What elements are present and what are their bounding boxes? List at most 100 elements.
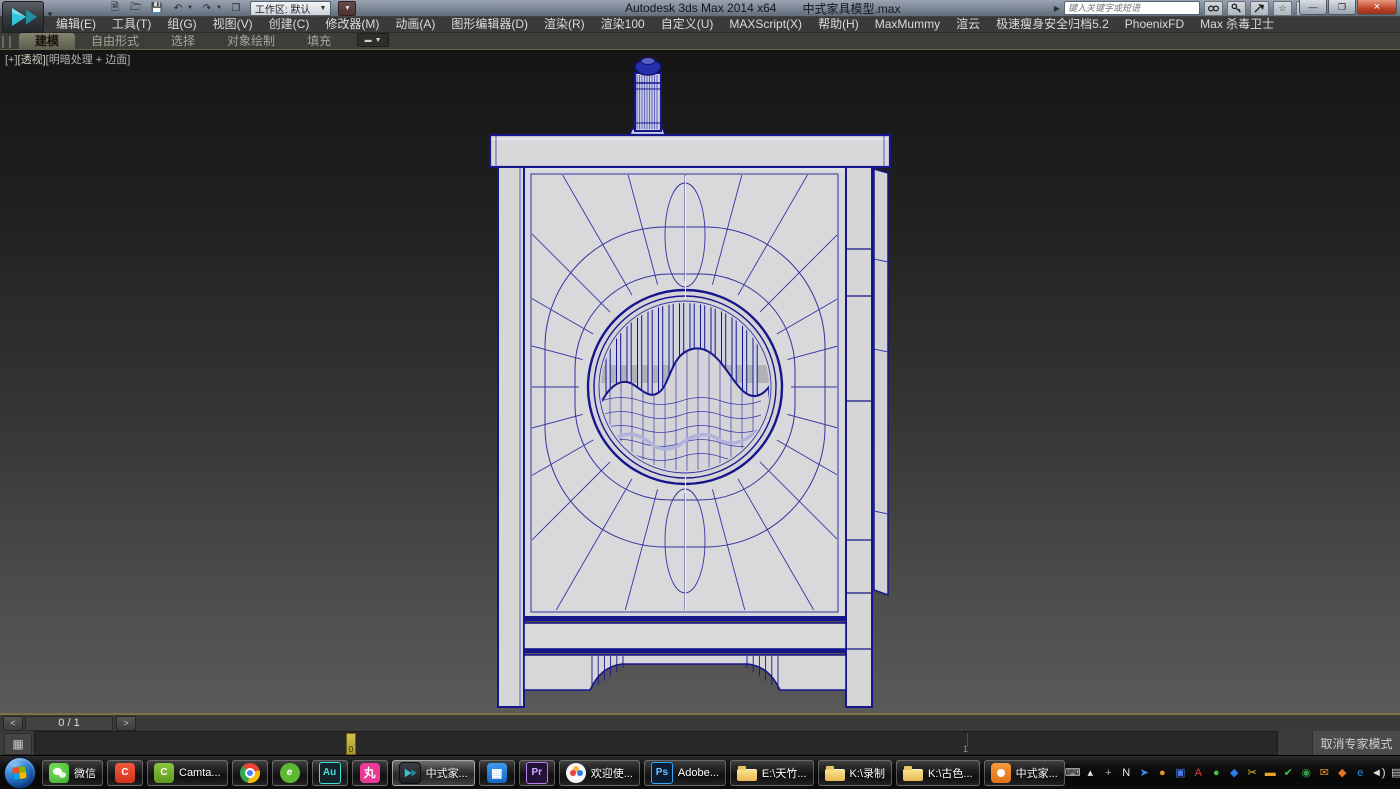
ribbon-tab-1[interactable]: 自由形式 bbox=[75, 33, 155, 49]
taskbar-360-browser[interactable]: e bbox=[272, 760, 308, 786]
workspace-selector[interactable]: 工作区: 默认 ▼ bbox=[250, 1, 332, 16]
taskbar-audition[interactable]: Au bbox=[312, 760, 348, 786]
undo-icon[interactable]: ↶ bbox=[171, 2, 185, 15]
taskbar-premiere[interactable]: Pr bbox=[519, 760, 555, 786]
menu-item-17[interactable]: Max 杀毒卫士 bbox=[1192, 16, 1282, 32]
taskbar-3dsmax[interactable]: 中式家... bbox=[392, 760, 475, 786]
taskbar-folder-k2[interactable]: K:\古色... bbox=[896, 760, 980, 786]
browser-tray-icon[interactable]: e bbox=[1353, 758, 1368, 788]
ribbon-tab-3[interactable]: 对象绘制 bbox=[211, 33, 291, 49]
track-bar-ruler[interactable]: 0 1 bbox=[34, 731, 1278, 755]
taskbar-photoshop[interactable]: PsAdobe... bbox=[644, 760, 726, 786]
close-button[interactable]: × bbox=[1357, 0, 1397, 15]
volume-icon[interactable]: ◄) bbox=[1371, 758, 1386, 788]
usb-tray-icon[interactable]: ✔ bbox=[1281, 758, 1296, 788]
perspective-viewport[interactable]: [+][透视][明暗处理 + 边面] bbox=[0, 49, 1400, 713]
show-hidden-icons[interactable]: ▴ bbox=[1083, 758, 1098, 788]
subscription-key-icon[interactable] bbox=[1227, 1, 1246, 16]
ribbon-tab-bar: 建模自由形式选择对象绘制填充 ▬▼ bbox=[0, 33, 1400, 50]
taskbar-folder-e[interactable]: E:\天竹... bbox=[730, 760, 814, 786]
minimize-button[interactable]: — bbox=[1299, 0, 1327, 15]
sync-tray-icon[interactable]: ▣ bbox=[1173, 758, 1188, 788]
network-icon[interactable]: ▤ bbox=[1389, 758, 1400, 788]
frame-counter[interactable]: 0 / 1 bbox=[25, 716, 113, 731]
defender-tray-icon[interactable]: ◆ bbox=[1335, 758, 1350, 788]
taskbar-screenrec[interactable]: 中式家... bbox=[984, 760, 1065, 786]
ribbon-drag-handle[interactable] bbox=[2, 36, 11, 48]
project-folder-icon[interactable]: ❐ bbox=[229, 2, 243, 15]
viewport-label: [+][透视][明暗处理 + 边面] bbox=[5, 51, 130, 67]
mail-tray-icon[interactable]: ✉ bbox=[1317, 758, 1332, 788]
recorder-tray-icon[interactable]: ◉ bbox=[1299, 758, 1314, 788]
start-button[interactable] bbox=[4, 757, 36, 789]
open-file-icon[interactable]: 🗁 bbox=[129, 2, 143, 15]
drive-tray-icon[interactable]: ▬ bbox=[1263, 758, 1278, 788]
menu-item-13[interactable]: MaxMummy bbox=[867, 16, 948, 32]
taskbar-media-app[interactable]: ▦ bbox=[479, 760, 515, 786]
menu-item-11[interactable]: MAXScript(X) bbox=[721, 16, 810, 32]
favorites-star-icon[interactable]: ☆ bbox=[1273, 1, 1292, 16]
cancel-expert-mode-button[interactable]: 取消专家模式 bbox=[1312, 731, 1400, 755]
app-menu-caret-icon[interactable]: ▼ bbox=[46, 10, 54, 19]
redo-caret-icon[interactable]: ▼ bbox=[216, 5, 222, 11]
menu-item-10[interactable]: 自定义(U) bbox=[653, 16, 722, 32]
mini-curve-editor-button[interactable]: ▦ bbox=[4, 733, 32, 755]
taskbar-camtasia[interactable]: CCamta... bbox=[147, 760, 228, 786]
save-file-icon[interactable]: 💾 bbox=[150, 2, 164, 15]
menu-item-3[interactable]: 视图(V) bbox=[205, 16, 261, 32]
menu-item-9[interactable]: 渲染100 bbox=[593, 16, 653, 32]
viewport-pov-label[interactable]: [透视] bbox=[18, 54, 46, 66]
camtasia-red-icon: C bbox=[115, 763, 135, 783]
capture-tray-icon[interactable]: ✂ bbox=[1245, 758, 1260, 788]
menu-item-16[interactable]: PhoenixFD bbox=[1117, 16, 1192, 32]
previous-frame-button[interactable]: < bbox=[3, 716, 23, 731]
ribbon-overflow-button[interactable]: ▬▼ bbox=[357, 33, 389, 47]
menu-item-1[interactable]: 工具(T) bbox=[104, 16, 159, 32]
menu-item-15[interactable]: 极速瘦身安全归档5.2 bbox=[988, 16, 1117, 32]
quick-access-toolbar: 🗎 🗁 💾 ↶▼ ↷▼ ❐ 工作区: 默认 ▼ ▼ bbox=[108, 0, 356, 16]
redo-icon[interactable]: ↷ bbox=[200, 2, 214, 15]
menu-item-0[interactable]: 编辑(E) bbox=[48, 16, 104, 32]
taskbar-camtasia-recorder[interactable]: C bbox=[107, 760, 143, 786]
security-tray-icon[interactable]: ◆ bbox=[1227, 758, 1242, 788]
viewport-menu-plus[interactable]: [+] bbox=[5, 54, 18, 66]
communication-center-icon[interactable] bbox=[1250, 1, 1269, 16]
ribbon-tab-2[interactable]: 选择 bbox=[155, 33, 211, 49]
uploader-tray-icon[interactable]: ➤ bbox=[1137, 758, 1152, 788]
menu-item-2[interactable]: 组(G) bbox=[159, 16, 204, 32]
keyboard-icon[interactable]: ⌨ bbox=[1065, 758, 1080, 788]
time-slider-marker[interactable]: 0 bbox=[346, 733, 356, 755]
taskbar-wechat[interactable]: 微信 bbox=[42, 760, 103, 786]
taskbar-button-label: Camta... bbox=[179, 767, 221, 779]
taskbar-wan-app[interactable]: 丸 bbox=[352, 760, 388, 786]
undo-caret-icon[interactable]: ▼ bbox=[187, 5, 193, 11]
track-bar: ▦ 0 1 取消专家模式 bbox=[0, 731, 1400, 755]
menu-item-7[interactable]: 图形编辑器(D) bbox=[443, 16, 536, 32]
taskbar-welcome[interactable]: 欢迎使... bbox=[559, 760, 640, 786]
infocenter-collapse-icon[interactable]: ▶ bbox=[1054, 4, 1060, 13]
search-input[interactable] bbox=[1064, 1, 1200, 15]
menu-item-4[interactable]: 创建(C) bbox=[261, 16, 318, 32]
ime-layout-icon[interactable]: + bbox=[1101, 758, 1116, 788]
workspace-menu-button[interactable]: ▼ bbox=[338, 1, 356, 16]
viewport-shading-label[interactable]: [明暗处理 + 边面] bbox=[46, 54, 131, 66]
new-scene-icon[interactable]: 🗎 bbox=[108, 2, 122, 15]
search-icon[interactable] bbox=[1204, 1, 1223, 16]
acrobat-tray-icon[interactable]: A bbox=[1191, 758, 1206, 788]
pill-tray-icon[interactable]: ● bbox=[1155, 758, 1170, 788]
restore-button[interactable]: ❐ bbox=[1328, 0, 1356, 15]
ime-mode-icon[interactable]: N bbox=[1119, 758, 1134, 788]
next-frame-button[interactable]: > bbox=[116, 716, 136, 731]
screenrec-icon bbox=[991, 763, 1011, 783]
ribbon-tab-0[interactable]: 建模 bbox=[19, 33, 75, 49]
taskbar-folder-k1[interactable]: K:\录制 bbox=[818, 760, 892, 786]
wechat-tray-icon[interactable]: ● bbox=[1209, 758, 1224, 788]
3dsmax-application-menu-button[interactable] bbox=[2, 1, 44, 33]
menu-item-5[interactable]: 修改器(M) bbox=[317, 16, 387, 32]
menu-item-8[interactable]: 渲染(R) bbox=[536, 16, 593, 32]
ribbon-tab-4[interactable]: 填充 bbox=[291, 33, 347, 49]
menu-item-14[interactable]: 渲云 bbox=[948, 16, 988, 32]
menu-item-6[interactable]: 动画(A) bbox=[387, 16, 443, 32]
menu-item-12[interactable]: 帮助(H) bbox=[810, 16, 867, 32]
taskbar-chrome[interactable] bbox=[232, 760, 268, 786]
